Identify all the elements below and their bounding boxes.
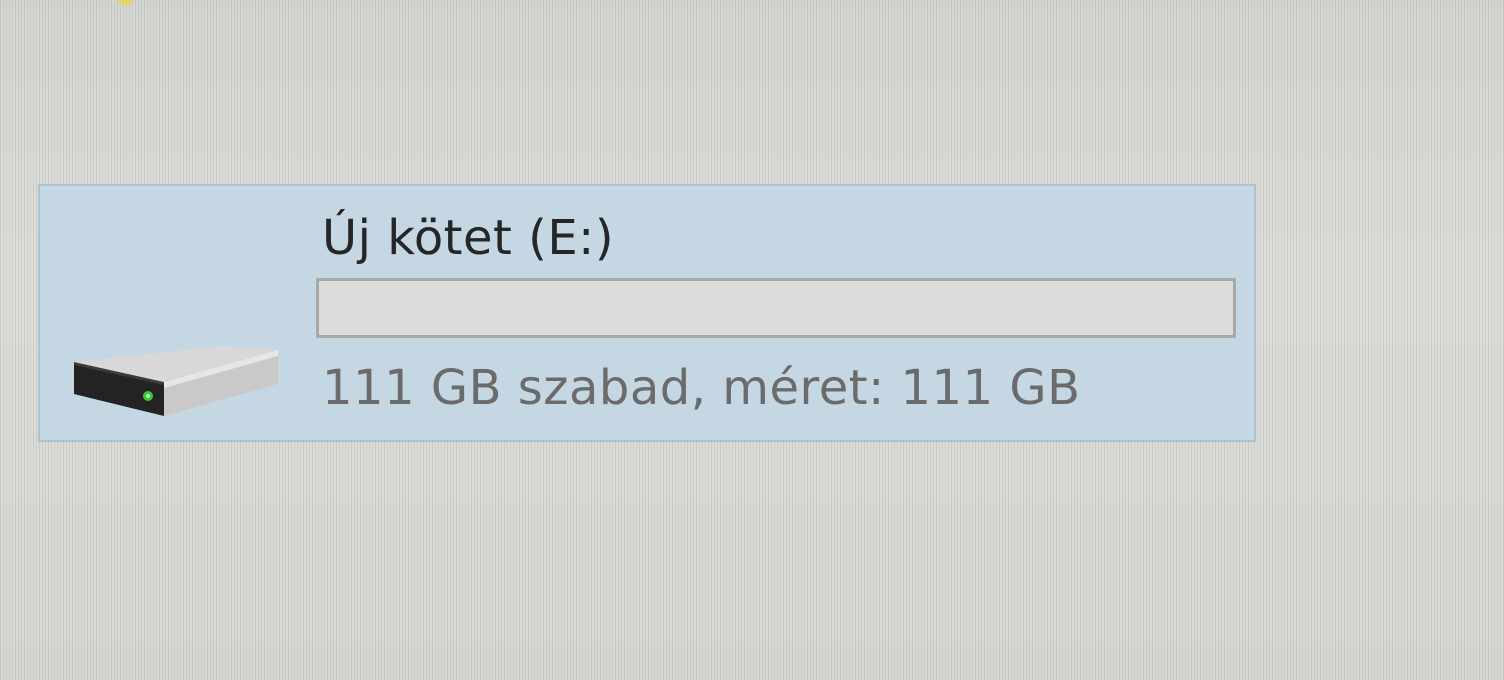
drive-usage-bar: [316, 278, 1236, 338]
hard-drive-icon: [72, 344, 282, 424]
corner-glint: [118, 0, 132, 6]
drive-name: Új kötet (E:): [322, 210, 615, 266]
drive-space-info: 111 GB szabad, méret: 111 GB: [322, 360, 1081, 416]
